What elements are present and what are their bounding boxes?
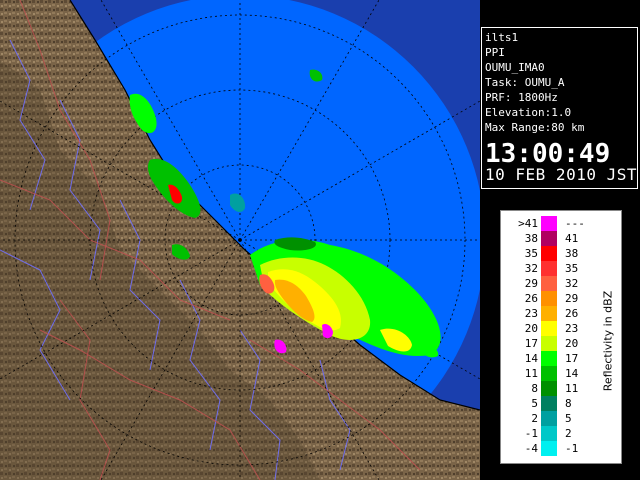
color-legend: >41 --- 38 41 35 38 32 35 29 32 26 29 23 26 20 23 17 20 14… bbox=[500, 210, 622, 464]
legend-swatch bbox=[541, 426, 557, 441]
legend-title-text: Reflectivity in dBZ bbox=[601, 290, 615, 392]
scan-type: PPI bbox=[485, 46, 505, 59]
legend-swatch bbox=[541, 321, 557, 336]
legend-lower-bound: 32 bbox=[524, 262, 538, 275]
legend-lower-bound: 23 bbox=[524, 307, 538, 320]
legend-row: >41 --- bbox=[501, 216, 621, 231]
legend-lower-bound: 5 bbox=[531, 397, 538, 410]
legend-swatch bbox=[541, 246, 557, 261]
info-panel: ilts1 PPI OUMU_IMA0 Task: OUMU_A PRF: 18… bbox=[481, 27, 638, 189]
radar-map bbox=[0, 0, 480, 480]
legend-upper-bound: 11 bbox=[565, 382, 579, 395]
legend-lower-bound: -4 bbox=[524, 442, 538, 455]
legend-upper-bound: -1 bbox=[565, 442, 579, 455]
legend-upper-bound: 14 bbox=[565, 367, 579, 380]
elevation-label: Elevation:1.0 bbox=[485, 106, 572, 119]
legend-swatch bbox=[541, 216, 557, 231]
scan-time: 13:00:49 bbox=[485, 139, 611, 169]
legend-swatch bbox=[541, 351, 557, 366]
legend-lower-bound: 20 bbox=[524, 322, 538, 335]
legend-title: Reflectivity in dBZ bbox=[599, 241, 617, 441]
legend-lower-bound: 38 bbox=[524, 232, 538, 245]
legend-upper-bound: --- bbox=[565, 217, 585, 230]
legend-lower-bound: -1 bbox=[524, 427, 538, 440]
station-id: OUMU_IMA0 bbox=[485, 61, 545, 74]
legend-swatch bbox=[541, 336, 557, 351]
legend-upper-bound: 35 bbox=[565, 262, 579, 275]
legend-upper-bound: 29 bbox=[565, 292, 579, 305]
prf-label: PRF: 1800Hz bbox=[485, 91, 558, 104]
legend-upper-bound: 32 bbox=[565, 277, 579, 290]
legend-row: -4 -1 bbox=[501, 441, 621, 456]
legend-swatch bbox=[541, 306, 557, 321]
task-label: Task: OUMU_A bbox=[485, 76, 565, 89]
scan-date: 10 FEB 2010 JST bbox=[485, 165, 637, 184]
legend-upper-bound: 20 bbox=[565, 337, 579, 350]
site-name: ilts1 bbox=[485, 31, 519, 44]
legend-swatch bbox=[541, 291, 557, 306]
legend-lower-bound: 26 bbox=[524, 292, 538, 305]
legend-swatch bbox=[541, 381, 557, 396]
max-range-label: Max Range:80 km bbox=[485, 121, 585, 134]
legend-upper-bound: 17 bbox=[565, 352, 579, 365]
legend-upper-bound: 23 bbox=[565, 322, 579, 335]
legend-lower-bound: 29 bbox=[524, 277, 538, 290]
legend-upper-bound: 26 bbox=[565, 307, 579, 320]
legend-swatch bbox=[541, 366, 557, 381]
legend-upper-bound: 8 bbox=[565, 397, 572, 410]
legend-lower-bound: >41 bbox=[518, 217, 538, 230]
legend-swatch bbox=[541, 276, 557, 291]
legend-lower-bound: 17 bbox=[524, 337, 538, 350]
legend-lower-bound: 35 bbox=[524, 247, 538, 260]
legend-upper-bound: 41 bbox=[565, 232, 579, 245]
legend-lower-bound: 2 bbox=[531, 412, 538, 425]
legend-upper-bound: 2 bbox=[565, 427, 572, 440]
radar-display: ilts1 PPI OUMU_IMA0 Task: OUMU_A PRF: 18… bbox=[0, 0, 640, 480]
legend-swatch bbox=[541, 261, 557, 276]
legend-lower-bound: 11 bbox=[524, 367, 538, 380]
legend-upper-bound: 5 bbox=[565, 412, 572, 425]
legend-swatch bbox=[541, 396, 557, 411]
legend-swatch bbox=[541, 231, 557, 246]
legend-swatch bbox=[541, 411, 557, 426]
legend-lower-bound: 14 bbox=[524, 352, 538, 365]
legend-swatch bbox=[541, 441, 557, 456]
legend-lower-bound: 8 bbox=[531, 382, 538, 395]
legend-upper-bound: 38 bbox=[565, 247, 579, 260]
